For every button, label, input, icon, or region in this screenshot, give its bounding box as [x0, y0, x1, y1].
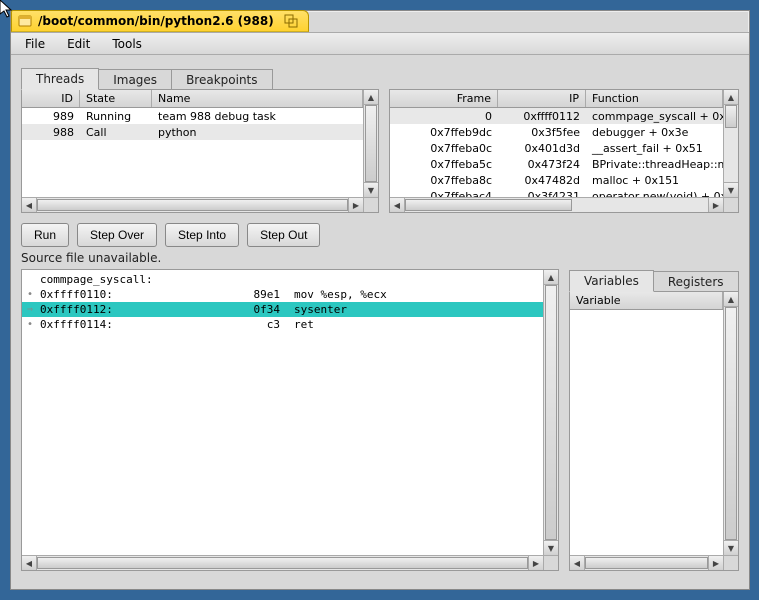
tab-breakpoints[interactable]: Breakpoints [171, 69, 272, 90]
scroll-corner [543, 555, 558, 570]
variables-vscroll[interactable]: ▲ ▼ [723, 292, 738, 555]
step-over-button[interactable]: Step Over [77, 223, 157, 247]
variables-hscroll[interactable]: ◀ ▶ [570, 555, 723, 570]
scroll-right-icon[interactable]: ▶ [708, 198, 723, 212]
window-title: /boot/common/bin/python2.6 (988) [38, 14, 274, 28]
window-zoom-icon[interactable] [284, 14, 298, 28]
table-row[interactable]: 988 Call python [22, 124, 363, 140]
scroll-right-icon[interactable]: ▶ [528, 556, 543, 570]
table-row[interactable]: 0x7ffeb9dc 0x3f5fee debugger + 0x3e [390, 124, 723, 140]
table-row[interactable]: 0 0xffff0112 commpage_syscall + 0x [390, 108, 723, 124]
tab-threads[interactable]: Threads [21, 68, 99, 90]
disassembly-body[interactable]: commpage_syscall: • 0xffff0110: 89e1 mov… [22, 270, 543, 555]
variables-header: Variable [570, 292, 738, 310]
frames-pane: Frame IP Function 0 0xffff0112 commpage_… [389, 67, 739, 213]
threads-tabbody: ID State Name 989 Running team 988 debug… [21, 89, 379, 213]
cursor-icon [0, 0, 16, 20]
debugger-window: /boot/common/bin/python2.6 (988) File Ed… [10, 10, 750, 590]
step-out-button[interactable]: Step Out [247, 223, 320, 247]
variables-tabstrip: Variables Registers [569, 269, 739, 291]
table-row[interactable]: 0x7ffeba0c 0x401d3d __assert_fail + 0x51 [390, 140, 723, 156]
menu-edit[interactable]: Edit [57, 35, 100, 53]
scroll-up-icon[interactable]: ▲ [364, 90, 378, 105]
app-icon [18, 14, 32, 28]
col-function[interactable]: Function [586, 90, 723, 107]
threads-vscroll[interactable]: ▲ ▼ [363, 90, 378, 197]
status-line: Source file unavailable. [21, 251, 739, 265]
col-ip[interactable]: IP [498, 90, 586, 107]
col-name[interactable]: Name [152, 90, 363, 107]
threads-tabstrip: Threads Images Breakpoints [21, 67, 379, 89]
col-id[interactable]: ID [22, 90, 80, 107]
code-line-current[interactable]: ⇒ 0xffff0112: 0f34 sysenter [22, 302, 543, 317]
frames-header: Frame IP Function [390, 90, 738, 108]
scroll-left-icon[interactable]: ◀ [22, 556, 37, 570]
scroll-down-icon[interactable]: ▼ [544, 540, 558, 555]
scroll-right-icon[interactable]: ▶ [348, 198, 363, 212]
col-frame[interactable]: Frame [390, 90, 498, 107]
variables-tabbody: Variable ▲ ▼ ◀ ▶ [569, 291, 739, 571]
code-hscroll[interactable]: ◀ ▶ [22, 555, 543, 570]
content: Threads Images Breakpoints ID State Name… [21, 67, 739, 579]
scroll-corner [363, 197, 378, 212]
table-row[interactable]: 0x7ffeba5c 0x473f24 BPrivate::threadHeap… [390, 156, 723, 172]
menu-file[interactable]: File [15, 35, 55, 53]
col-state[interactable]: State [80, 90, 152, 107]
top-panes: Threads Images Breakpoints ID State Name… [21, 67, 739, 213]
menubar: File Edit Tools [11, 33, 749, 55]
scroll-left-icon[interactable]: ◀ [570, 556, 585, 570]
scroll-up-icon[interactable]: ▲ [544, 270, 558, 285]
tab-variables[interactable]: Variables [569, 270, 654, 292]
table-row[interactable]: 0x7ffebac4 0x3f4231 operator new(void) +… [390, 188, 723, 197]
step-toolbar: Run Step Over Step Into Step Out [21, 223, 739, 247]
threads-pane: Threads Images Breakpoints ID State Name… [21, 67, 379, 213]
code-line[interactable]: • 0xffff0110: 89e1 mov %esp, %ecx [22, 287, 543, 302]
scroll-down-icon[interactable]: ▼ [364, 182, 378, 197]
scroll-up-icon[interactable]: ▲ [724, 292, 738, 307]
frames-vscroll[interactable]: ▲ ▼ [723, 90, 738, 197]
code-vscroll[interactable]: ▲ ▼ [543, 270, 558, 555]
variables-pane: Variables Registers Variable ▲ ▼ [569, 269, 739, 571]
menu-tools[interactable]: Tools [102, 35, 152, 53]
threads-rows: 989 Running team 988 debug task 988 Call… [22, 108, 363, 197]
table-row[interactable]: 989 Running team 988 debug task [22, 108, 363, 124]
step-into-button[interactable]: Step Into [165, 223, 239, 247]
col-variable[interactable]: Variable [570, 292, 723, 309]
table-row[interactable]: 0x7ffeba8c 0x47482d malloc + 0x151 [390, 172, 723, 188]
scroll-corner [723, 555, 738, 570]
scroll-down-icon[interactable]: ▼ [724, 182, 738, 197]
tab-registers[interactable]: Registers [653, 271, 739, 292]
window-body: File Edit Tools Threads Images Breakpoin… [11, 32, 749, 589]
frames-hscroll[interactable]: ◀ ▶ [390, 197, 723, 212]
scroll-left-icon[interactable]: ◀ [22, 198, 37, 212]
scroll-left-icon[interactable]: ◀ [390, 198, 405, 212]
scroll-down-icon[interactable]: ▼ [724, 540, 738, 555]
scroll-right-icon[interactable]: ▶ [708, 556, 723, 570]
mid-row: commpage_syscall: • 0xffff0110: 89e1 mov… [21, 269, 739, 571]
tab-images[interactable]: Images [98, 69, 172, 90]
titlebar[interactable]: /boot/common/bin/python2.6 (988) [11, 10, 309, 32]
frames-tabbody: Frame IP Function 0 0xffff0112 commpage_… [389, 89, 739, 213]
code-line[interactable]: • 0xffff0114: c3 ret [22, 317, 543, 332]
run-button[interactable]: Run [21, 223, 69, 247]
scroll-corner [723, 197, 738, 212]
code-line[interactable]: commpage_syscall: [22, 272, 543, 287]
threads-hscroll[interactable]: ◀ ▶ [22, 197, 363, 212]
threads-header: ID State Name [22, 90, 378, 108]
frames-rows: 0 0xffff0112 commpage_syscall + 0x 0x7ff… [390, 108, 723, 197]
scroll-up-icon[interactable]: ▲ [724, 90, 738, 105]
disassembly-pane: commpage_syscall: • 0xffff0110: 89e1 mov… [21, 269, 559, 571]
